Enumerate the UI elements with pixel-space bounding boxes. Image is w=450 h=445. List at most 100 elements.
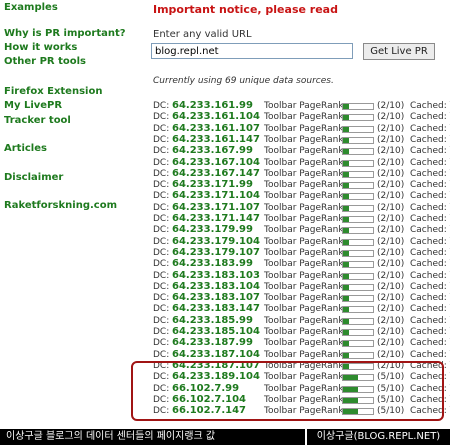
datacenter-ip: 64.233.161.99 [172, 100, 253, 111]
table-row: DC: 66.102.7.147 Toolbar PageRank: (5/10) Ca… [0, 405, 450, 419]
cached-status: Cached: Y [410, 146, 450, 156]
pagerank-score: (2/10) [377, 271, 405, 281]
datacenter-ip: 64.233.183.99 [172, 258, 253, 269]
dc-label: DC: [153, 214, 170, 224]
cached-status: Cached: Y [410, 203, 450, 213]
cached-status: Cached: Y [410, 316, 450, 326]
nav-examples[interactable]: Examples [4, 2, 58, 13]
pagerank-score: (2/10) [377, 293, 405, 303]
cached-status: Cached: Y [410, 225, 450, 235]
toolbar-pagerank-label: Toolbar PageRank: [264, 406, 347, 416]
dc-label: DC: [153, 158, 170, 168]
pagerank-bar-fill [343, 307, 349, 312]
cached-status: Cached: Y [410, 372, 450, 382]
cached-status: Cached: Y [410, 248, 450, 258]
datacenter-ip: 64.233.167.99 [172, 145, 253, 156]
datacenter-ip: 64.233.179.99 [172, 224, 253, 235]
important-notice-link[interactable]: Important notice, please read [153, 3, 338, 16]
datacenter-ip: 64.233.189.104 [172, 371, 260, 382]
pagerank-bar [342, 284, 374, 291]
dc-label: DC: [153, 237, 170, 247]
dc-label: DC: [153, 372, 170, 382]
pagerank-bar-fill [343, 194, 349, 199]
pagerank-bar-fill [343, 364, 349, 369]
nav-how-it-works[interactable]: How it works [4, 42, 77, 53]
pagerank-bar [342, 216, 374, 223]
datacenter-ip: 64.233.183.107 [172, 292, 260, 303]
pagerank-bar-fill [343, 274, 349, 279]
datacenter-ip: 64.233.183.147 [172, 303, 260, 314]
get-live-pr-button[interactable]: Get Live PR [363, 43, 435, 60]
dc-label: DC: [153, 316, 170, 326]
dc-label: DC: [153, 259, 170, 269]
pagerank-score: (2/10) [377, 304, 405, 314]
pagerank-bar [342, 386, 374, 393]
data-sources-text: Currently using 69 unique data sources. [153, 76, 334, 86]
nav-other-pr-tools[interactable]: Other PR tools [4, 56, 86, 67]
pagerank-score: (2/10) [377, 214, 405, 224]
url-input[interactable] [151, 43, 353, 59]
pagerank-score: (2/10) [377, 361, 405, 371]
pagerank-score: (5/10) [377, 406, 405, 416]
pagerank-score: (2/10) [377, 327, 405, 337]
pagerank-bar [342, 329, 374, 336]
pagerank-score: (2/10) [377, 338, 405, 348]
datacenter-ip: 64.233.171.107 [172, 202, 260, 213]
dc-label: DC: [153, 180, 170, 190]
toolbar-pagerank-label: Toolbar PageRank: [264, 158, 347, 168]
datacenter-ip: 64.233.183.104 [172, 281, 260, 292]
cached-status: Cached: Y [410, 259, 450, 269]
cached-status: Cached: Y [410, 237, 450, 247]
nav-why-pr-important[interactable]: Why is PR important? [4, 28, 126, 39]
nav-firefox-extension[interactable]: Firefox Extension [4, 86, 102, 97]
pagerank-bar [342, 114, 374, 121]
cached-status: Cached: Y [410, 361, 450, 371]
datacenter-ip: 66.102.7.99 [172, 383, 240, 394]
datacenter-ip: 64.233.185.104 [172, 326, 260, 337]
datacenter-ip: 64.233.161.147 [172, 134, 260, 145]
dc-label: DC: [153, 112, 170, 122]
toolbar-pagerank-label: Toolbar PageRank: [264, 146, 347, 156]
pagerank-score: (2/10) [377, 158, 405, 168]
dc-label: DC: [153, 361, 170, 371]
datacenter-ip: 64.233.167.104 [172, 157, 260, 168]
toolbar-pagerank-label: Toolbar PageRank: [264, 225, 347, 235]
toolbar-pagerank-label: Toolbar PageRank: [264, 259, 347, 269]
toolbar-pagerank-label: Toolbar PageRank: [264, 282, 347, 292]
pagerank-bar [342, 397, 374, 404]
pagerank-bar-fill [343, 206, 349, 211]
cached-status: Cached: Y [410, 282, 450, 292]
cached-status: Cached: Y [410, 384, 450, 394]
pagerank-bar [342, 261, 374, 268]
pagerank-bar-fill [343, 115, 349, 120]
pagerank-bar-fill [343, 161, 349, 166]
dc-label: DC: [153, 338, 170, 348]
dc-label: DC: [153, 293, 170, 303]
toolbar-pagerank-label: Toolbar PageRank: [264, 293, 347, 303]
toolbar-pagerank-label: Toolbar PageRank: [264, 327, 347, 337]
toolbar-pagerank-label: Toolbar PageRank: [264, 271, 347, 281]
pagerank-bar-fill [343, 330, 349, 335]
datacenter-ip: 66.102.7.104 [172, 394, 247, 405]
pagerank-bar [342, 171, 374, 178]
pagerank-bar [342, 227, 374, 234]
datacenter-ip: 64.233.183.103 [172, 270, 260, 281]
url-label: Enter any valid URL [153, 29, 252, 40]
datacenter-ip: 66.102.7.147 [172, 405, 247, 416]
pagerank-bar [342, 193, 374, 200]
pagerank-score: (2/10) [377, 203, 405, 213]
pagerank-bar-fill [343, 387, 358, 392]
pagerank-score: (2/10) [377, 101, 405, 111]
pagerank-score: (2/10) [377, 316, 405, 326]
cached-status: Cached: Y [410, 350, 450, 360]
toolbar-pagerank-label: Toolbar PageRank: [264, 237, 347, 247]
pagerank-bar [342, 137, 374, 144]
pagerank-bar-fill [343, 127, 349, 132]
cached-status: Cached: Y [410, 135, 450, 145]
pagerank-score: (2/10) [377, 169, 405, 179]
dc-label: DC: [153, 191, 170, 201]
pagerank-score: (2/10) [377, 112, 405, 122]
pagerank-bar [342, 250, 374, 257]
pagerank-bar [342, 340, 374, 347]
pagerank-score: (2/10) [377, 237, 405, 247]
